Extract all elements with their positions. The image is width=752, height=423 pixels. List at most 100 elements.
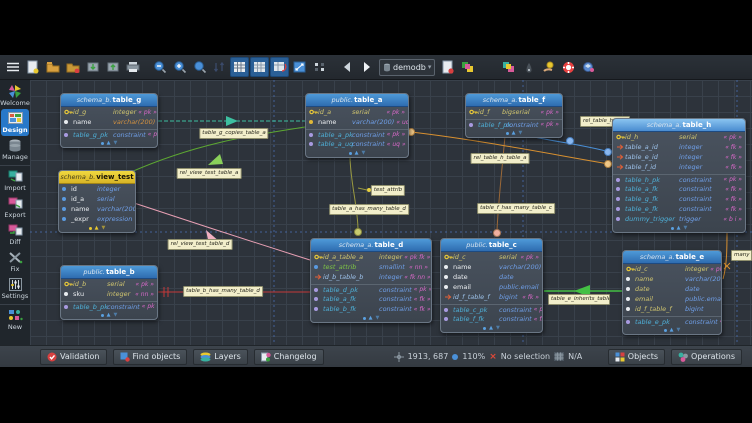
spec-view-icon[interactable] [310,57,329,77]
relationship-label[interactable]: table_f_has_many_table_c [477,203,555,214]
sidebar-item-settings[interactable]: Settings [0,275,30,302]
table-node-table_f[interactable]: schema_a.table_fid_fbigserial« pk »table… [465,93,563,138]
grid-view-icon[interactable] [250,57,269,77]
table-node-table_h[interactable]: schema_a.table_hid_hserial« pk »table_a_… [612,118,746,233]
column-row-id_a_table_a[interactable]: id_a_table_ainteger« pk fk » [311,252,431,262]
collapse-down-icon[interactable]: ▼ [684,225,688,231]
table-header[interactable]: schema_b.view_test [59,171,135,184]
column-row-table_f_pk[interactable]: table_f_pkconstraint« pk » [466,119,562,129]
column-row-name[interactable]: namevarchar(200) [59,204,135,214]
column-row-id_f_table_f[interactable]: id_f_table_fbigint« fk » [441,292,542,302]
sidebar-item-export[interactable]: Export [0,194,30,221]
expand-dot-icon[interactable] [506,132,509,135]
sidebar-item-diff[interactable]: Diff [0,221,30,248]
relation-table_f-table_c[interactable] [494,136,506,237]
save-model-icon[interactable] [63,57,82,77]
status-button-objects[interactable]: Objects [608,349,665,365]
collapse-up-icon[interactable]: ▲ [677,225,681,231]
column-row-name[interactable]: namevarchar(200) [61,117,157,127]
import-icon[interactable] [83,57,102,77]
virtual-fk-icon[interactable] [579,57,598,77]
table-header[interactable]: schema_b.table_g [61,94,157,107]
table-header[interactable]: schema_a.table_h [613,119,745,132]
sidebar-item-fix[interactable]: Fix [0,248,30,275]
column-row-table_d_pk[interactable]: table_d_pkconstraint« pk » [311,284,431,294]
expand-dot-icon[interactable] [664,329,667,332]
column-row-email[interactable]: emailpublic.email [623,294,721,304]
expand-dot-icon[interactable] [89,227,92,230]
collapse-down-icon[interactable]: ▼ [362,150,366,156]
column-row-table_e_pk[interactable]: table_e_pkconstraint« pk » [623,316,721,326]
collapse-up-icon[interactable]: ▲ [512,130,516,136]
table-header[interactable]: schema_a.table_e [623,251,721,264]
relationship-label[interactable]: table_e_inherits_table_c [548,294,610,305]
column-row-table_b_fk[interactable]: table_b_fkconstraint« fk » [311,304,431,314]
zoom-reset-icon[interactable] [170,57,189,77]
column-row-table_f_id[interactable]: table_f_idinteger« fk » [613,162,745,172]
table-footer-tools[interactable]: ▲▼ [466,129,562,137]
column-row-id_g[interactable]: id_ginteger« pk » [61,107,157,117]
relation-table_h-table_e[interactable] [723,230,730,279]
table-footer-tools[interactable]: ▲▼ [441,324,542,332]
collapse-down-icon[interactable]: ▼ [114,140,118,146]
column-row-sku[interactable]: skuinteger« nn » [61,289,157,299]
relationship-label[interactable]: rel_view_test_table_d [168,239,233,250]
collapse-up-icon[interactable]: ▲ [355,150,359,156]
refresh-schema-icon[interactable] [438,57,457,77]
column-row-id_b_table_b[interactable]: id_b_table_binteger« fk nn » [311,272,431,282]
expand-dot-icon[interactable] [671,227,674,230]
column-row-table_a_pk[interactable]: table_a_pkconstraint« pk » [306,129,408,139]
column-row-name[interactable]: namevarchar(200) [441,262,542,272]
table-node-table_c[interactable]: public.table_cid_cserial« pk »namevarcha… [440,238,543,333]
column-row-dummy_trigger[interactable]: dummy_triggertrigger« b i » [613,214,745,224]
diagram-canvas[interactable]: schema_b.table_gid_ginteger« pk »namevar… [30,80,752,345]
relationship-label[interactable]: test_attrib [371,185,405,196]
status-button-find-objects[interactable]: Find objects [113,349,188,365]
expand-dot-icon[interactable] [349,152,352,155]
help-icon[interactable] [559,57,578,77]
table-footer-tools[interactable]: ▲▼ [311,314,431,322]
relationship-label[interactable]: table_g_copies_table_a [199,128,268,139]
relation-table_g-copies-table_a[interactable] [158,116,305,126]
relationship-label[interactable]: rel_table_h_table_a [471,153,530,164]
column-row-table_b_pk[interactable]: table_b_pkconstraint« pk » [61,301,157,311]
table-footer-tools[interactable]: ▲▼ [306,149,408,157]
column-row-id_f_table_f[interactable]: id_f_table_fbigint [623,304,721,314]
collapse-up-icon[interactable]: ▲ [670,327,674,333]
table-footer-tools[interactable]: ▲▼ [59,224,135,232]
print-icon[interactable] [123,57,142,77]
status-button-operations[interactable]: Operations [671,349,742,365]
column-row-date[interactable]: datedate [623,284,721,294]
back-icon[interactable] [337,57,356,77]
column-row-id[interactable]: idinteger [59,184,135,194]
collapse-up-icon[interactable]: ▲ [489,325,493,331]
column-row-date[interactable]: datedate [441,272,542,282]
donate-icon[interactable] [539,57,558,77]
column-row-_expr[interactable]: _exprexpression [59,214,135,224]
relationship-label[interactable]: table_a_has_many_table_d [329,204,409,215]
expand-dot-icon[interactable] [363,317,366,320]
table-header[interactable]: public.table_b [61,266,157,279]
status-button-validation[interactable]: Validation [40,349,107,365]
column-row-id_f[interactable]: id_fbigserial« pk » [466,107,562,117]
status-button-layers[interactable]: Layers [193,349,247,365]
table-header[interactable]: public.table_a [306,94,408,107]
sidebar-item-manage[interactable]: Manage [0,136,30,163]
status-button-changelog[interactable]: Changelog [254,349,324,365]
sidebar-item-design[interactable]: Design [1,109,29,136]
table-header[interactable]: public.table_c [441,239,542,252]
column-row-id_a[interactable]: id_aserial« pk » [306,107,408,117]
zoom-out-icon[interactable] [150,57,169,77]
column-row-id_c[interactable]: id_cserial« pk » [441,252,542,262]
open-folder-icon[interactable] [43,57,62,77]
collapse-up-icon[interactable]: ▲ [95,225,99,231]
column-row-id_a[interactable]: id_aserial [59,194,135,204]
relationship-label[interactable]: table_b_has_many_table_d [183,286,263,297]
collapse-down-icon[interactable]: ▼ [376,315,380,321]
column-row-table_f_fk[interactable]: table_f_fkconstraint« fk » [441,314,542,324]
column-row-table_a_id[interactable]: table_a_idinteger« fk » [613,142,745,152]
column-row-email[interactable]: emailpublic.email [441,282,542,292]
column-row-table_e_fk[interactable]: table_e_fkconstraint« fk » [613,204,745,214]
pen-tool-icon[interactable] [519,57,538,77]
sort-icon[interactable] [210,57,229,77]
